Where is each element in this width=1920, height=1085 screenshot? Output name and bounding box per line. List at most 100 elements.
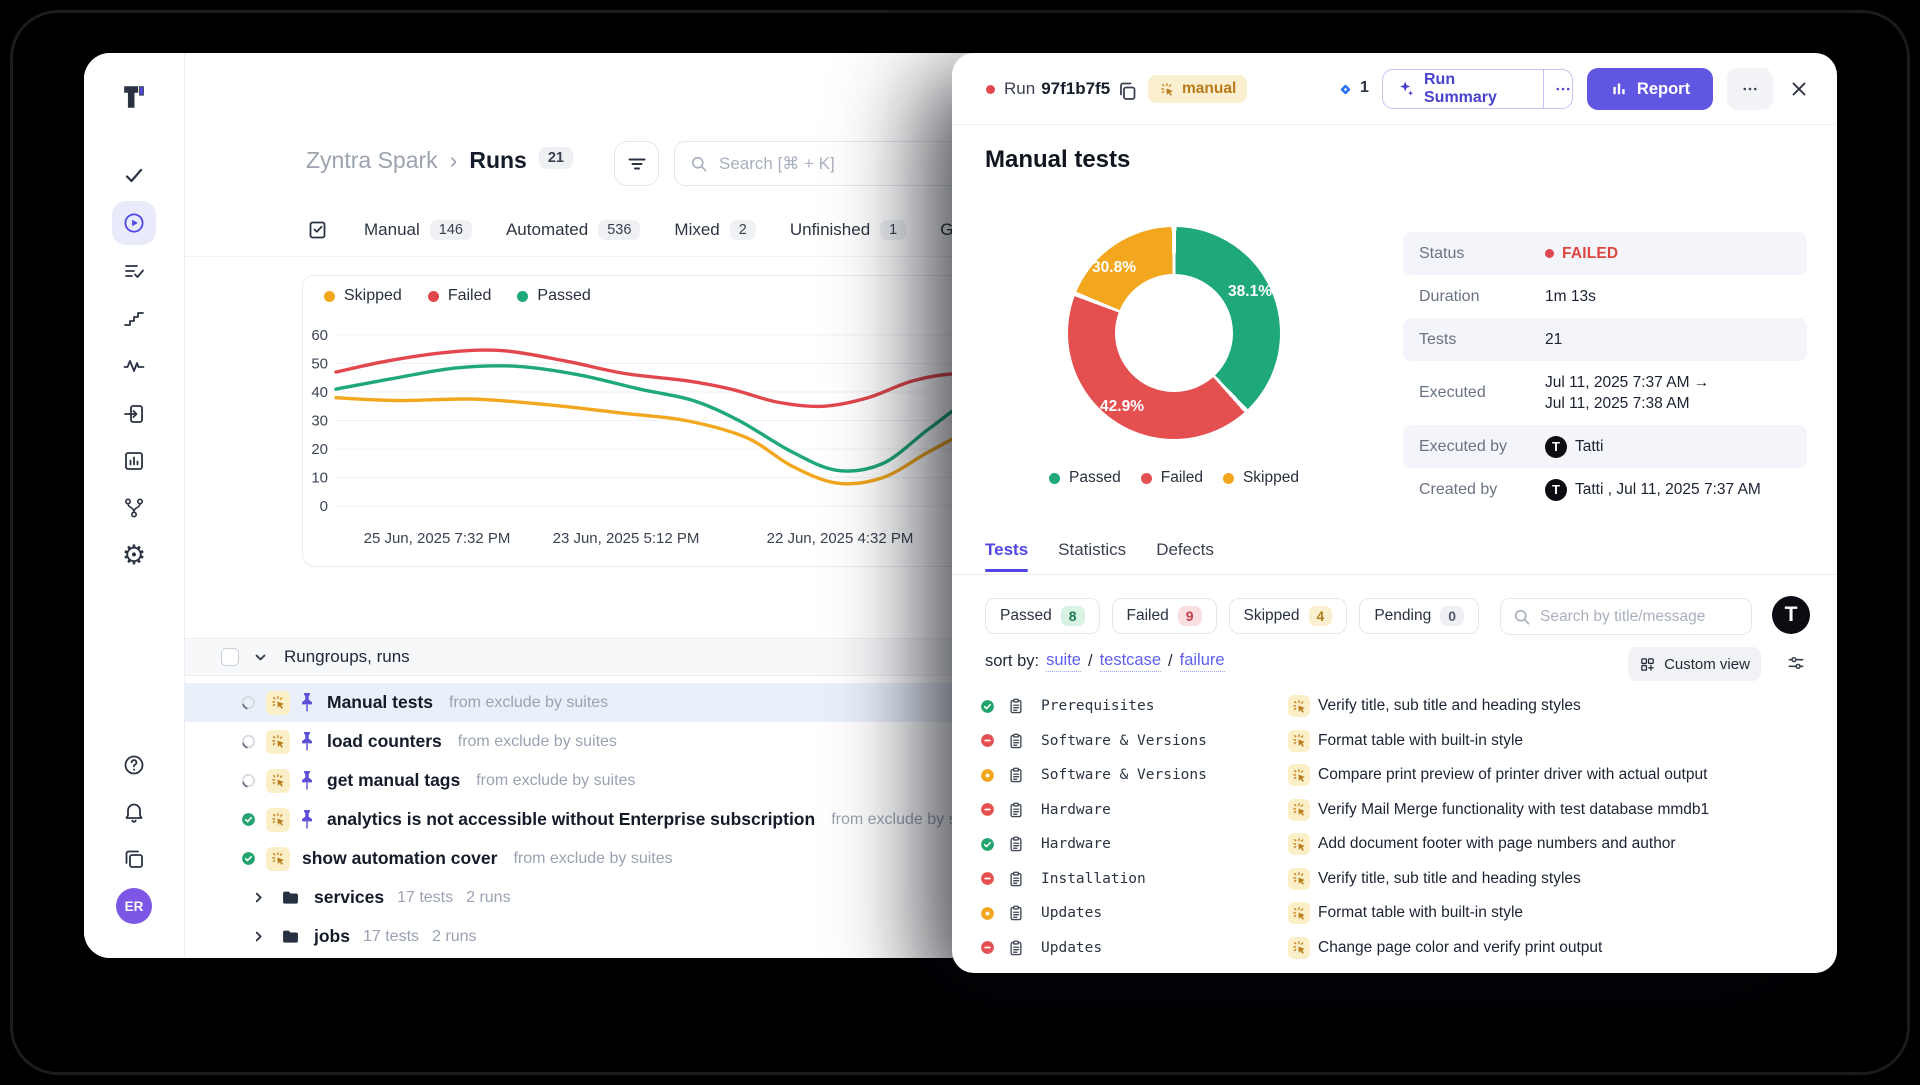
- sidebar-item-analytics[interactable]: [112, 439, 156, 483]
- copy-run-id-icon[interactable]: [1115, 79, 1139, 103]
- sort-by-testcase[interactable]: testcase: [1100, 651, 1161, 672]
- tab-manual[interactable]: Manual146: [364, 220, 472, 240]
- drawer-tab-tests[interactable]: Tests: [985, 540, 1028, 572]
- run-title: Manual tests: [985, 146, 1130, 174]
- executed-range: Jul 11, 2025 7:37 AM →Jul 11, 2025 7:38 …: [1545, 372, 1709, 414]
- sort-by-suite[interactable]: suite: [1046, 651, 1081, 672]
- linked-issues-count: 1: [1360, 79, 1369, 97]
- click-chip: [1288, 833, 1310, 855]
- tab-count-badge: 1: [880, 220, 906, 240]
- app-logo[interactable]: [112, 75, 156, 119]
- sidebar-item-activity[interactable]: [112, 344, 156, 388]
- report-button[interactable]: Report: [1587, 68, 1713, 110]
- chip-label: Failed: [1127, 607, 1169, 625]
- filter-chip-passed[interactable]: Passed8: [985, 598, 1100, 634]
- divider: [1543, 70, 1544, 108]
- test-row[interactable]: HardwareAdd document footer with page nu…: [952, 827, 1837, 861]
- tab-label: Automated: [506, 220, 588, 240]
- sidebar-item-tests[interactable]: [112, 153, 156, 197]
- drawer-tab-defects[interactable]: Defects: [1156, 540, 1214, 572]
- test-row[interactable]: Installation Verify title, sub title and …: [952, 862, 1837, 896]
- imports-icon: [122, 402, 146, 426]
- sidebar: ⚙ ER: [84, 53, 185, 958]
- sidebar-item-imports[interactable]: [112, 392, 156, 436]
- test-title: Verify Mail Merge functionality with tes…: [1318, 801, 1709, 819]
- sidebar-item-runs[interactable]: [112, 201, 156, 245]
- click-icon: [1291, 836, 1308, 853]
- manual-run-chip: [266, 730, 290, 754]
- run-passed-icon: [240, 850, 257, 867]
- test-row[interactable]: Software & VersionsCompare print preview…: [952, 758, 1837, 792]
- search-input[interactable]: [719, 154, 991, 174]
- click-icon: [270, 772, 287, 789]
- jira-issue-icon[interactable]: [1337, 81, 1354, 98]
- info-value: TTatti , Jul 11, 2025 7:37 AM: [1545, 479, 1761, 501]
- filter-chip-failed[interactable]: Failed9: [1112, 598, 1217, 634]
- test-row[interactable]: PrerequisitesVerify title, sub title and…: [952, 689, 1837, 723]
- click-chip: [1288, 730, 1310, 752]
- test-title: Verify title, sub title and heading styl…: [1318, 870, 1581, 888]
- tab-automated[interactable]: Automated536: [506, 220, 640, 240]
- summary-more-icon[interactable]: [1554, 80, 1572, 98]
- chevron-down-icon[interactable]: [251, 648, 270, 667]
- filter-chip-skipped[interactable]: Skipped4: [1229, 598, 1348, 634]
- test-row[interactable]: UpdatesChange page color and verify prin…: [952, 931, 1837, 965]
- sidebar-item-branches[interactable]: [112, 486, 156, 530]
- donut-legend-failed: Failed: [1141, 469, 1203, 487]
- custom-view-icon: [1639, 656, 1656, 673]
- test-row[interactable]: UpdatesFormat table with built-in style: [952, 896, 1837, 930]
- custom-view-button[interactable]: Custom view: [1628, 647, 1761, 681]
- sidebar-item-test-plans[interactable]: [112, 249, 156, 293]
- suite-clipboard-icon: [1007, 697, 1025, 715]
- analytics-icon: [122, 449, 146, 473]
- milestones-icon: [122, 306, 146, 330]
- filter-chip-pending[interactable]: Pending0: [1359, 598, 1479, 634]
- svg-text:0: 0: [320, 498, 328, 515]
- filter-button[interactable]: [614, 141, 659, 186]
- tests-icon: [122, 163, 146, 187]
- info-value: 1m 13s: [1545, 288, 1596, 306]
- custom-view-label: Custom view: [1664, 656, 1750, 673]
- chevron-right-icon[interactable]: [250, 889, 267, 906]
- tests-search-input[interactable]: [1540, 608, 1740, 626]
- test-suite-name: Installation: [1041, 871, 1146, 887]
- user-avatar: T: [1545, 479, 1567, 501]
- sidebar-item-notifications[interactable]: [112, 790, 156, 834]
- test-suite-name: Hardware: [1041, 802, 1111, 818]
- legend-label: Passed: [537, 287, 590, 305]
- folder-runs-count: 2 runs: [432, 928, 476, 946]
- view-settings-icon[interactable]: [1786, 653, 1806, 673]
- sidebar-item-user[interactable]: ER: [112, 884, 156, 928]
- select-runs-icon[interactable]: [306, 218, 330, 242]
- sidebar-item-help[interactable]: [112, 743, 156, 787]
- run-details-drawer: Run97f1b7f5 manual 1 Run Summary Report: [952, 53, 1837, 973]
- test-row[interactable]: Software & VersionsFormat table with bui…: [952, 724, 1837, 758]
- sort-by-failure[interactable]: failure: [1180, 651, 1225, 672]
- drawer-tab-statistics[interactable]: Statistics: [1058, 540, 1126, 572]
- run-summary-label: Run Summary: [1424, 71, 1529, 107]
- activity-icon: [122, 354, 146, 378]
- run-title: Manual tests: [327, 692, 433, 713]
- folder-tests-count: 17 tests: [397, 889, 453, 907]
- breadcrumb-project[interactable]: Zyntra Spark: [306, 147, 438, 174]
- tests-search-bar[interactable]: [1500, 598, 1752, 635]
- chevron-right-icon[interactable]: [250, 928, 267, 945]
- sidebar-item-projects[interactable]: [112, 837, 156, 881]
- select-all-checkbox[interactable]: [221, 648, 239, 666]
- run-type-label: manual: [1182, 80, 1236, 98]
- sidebar-item-milestones[interactable]: [112, 296, 156, 340]
- manual-run-chip: [266, 691, 290, 715]
- tab-mixed[interactable]: Mixed2: [674, 220, 755, 240]
- tab-unfinished[interactable]: Unfinished1: [790, 220, 906, 240]
- test-row[interactable]: Hardware Verify Mail Merge functionality …: [952, 793, 1837, 827]
- close-drawer-button[interactable]: [1788, 78, 1810, 100]
- drawer-more-button[interactable]: [1727, 68, 1773, 110]
- info-row-duration: Duration1m 13s: [1403, 275, 1807, 318]
- click-icon: [270, 733, 287, 750]
- report-label: Report: [1637, 80, 1690, 99]
- user-name: Tatti: [1575, 438, 1603, 456]
- test-suite-name: Updates: [1041, 940, 1102, 956]
- donut-legend-passed: Passed: [1049, 469, 1121, 487]
- run-summary-button[interactable]: Run Summary: [1382, 69, 1573, 109]
- sidebar-item-settings[interactable]: ⚙: [112, 533, 156, 577]
